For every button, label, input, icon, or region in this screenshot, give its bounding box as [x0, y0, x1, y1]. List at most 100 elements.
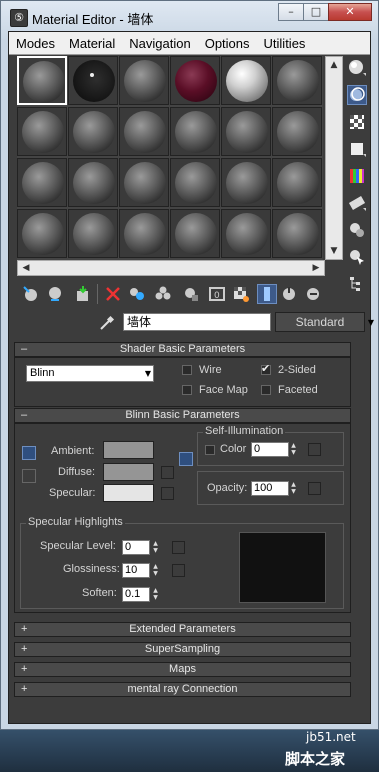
material-slot[interactable] — [17, 56, 67, 105]
material-slot[interactable] — [17, 158, 67, 207]
rollout-maps-header[interactable]: + Maps — [14, 662, 351, 677]
lock-icon[interactable] — [179, 452, 193, 466]
material-slot[interactable] — [68, 158, 118, 207]
go-forward-to-sibling-icon[interactable] — [303, 284, 323, 304]
ambient-color-swatch[interactable] — [103, 441, 154, 459]
title-bar[interactable]: ⑤ Material Editor - 墙体 – □ ✕ — [1, 1, 378, 31]
assign-to-selection-icon[interactable] — [73, 284, 93, 304]
opacity-spinner[interactable]: 100 — [251, 481, 289, 496]
material-slot[interactable] — [272, 209, 322, 258]
spinner-arrows-icon[interactable]: ▲ ▼ — [151, 587, 160, 602]
material-type-button[interactable]: Standard — [275, 312, 365, 332]
go-to-parent-icon[interactable] — [279, 284, 299, 304]
rollout-blinn-basic-header[interactable]: – Blinn Basic Parameters — [14, 408, 351, 423]
rollout-extended-parameters-header[interactable]: + Extended Parameters — [14, 622, 351, 637]
material-slot[interactable] — [272, 158, 322, 207]
face-map-checkbox[interactable] — [182, 385, 192, 395]
rollout-mental-ray-header[interactable]: + mental ray Connection — [14, 682, 351, 697]
material-slot[interactable] — [68, 107, 118, 156]
menu-modes[interactable]: Modes — [9, 36, 62, 51]
material-slot[interactable] — [119, 107, 169, 156]
chevron-down-icon[interactable]: ▼ — [365, 316, 377, 330]
material-slot[interactable] — [221, 158, 271, 207]
material-name-field[interactable]: 墙体 ▼ — [123, 313, 374, 331]
spinner-arrows-icon[interactable]: ▲ ▼ — [151, 540, 160, 555]
menu-material[interactable]: Material — [62, 36, 122, 51]
opacity-map-button[interactable] — [308, 482, 321, 495]
scroll-right-arrow-icon[interactable]: ▶ — [308, 261, 324, 275]
spinner-arrows-icon[interactable]: ▲ ▼ — [289, 481, 298, 496]
menu-options[interactable]: Options — [198, 36, 257, 51]
make-preview-icon[interactable] — [347, 193, 367, 213]
material-slot[interactable] — [119, 209, 169, 258]
show-map-in-viewport-icon[interactable] — [231, 284, 251, 304]
get-material-icon[interactable] — [21, 284, 41, 304]
material-slot[interactable] — [221, 107, 271, 156]
pick-material-eyedropper-icon[interactable] — [99, 315, 115, 331]
glossiness-spinner[interactable]: 10 — [122, 563, 150, 578]
select-by-material-icon[interactable] — [347, 247, 367, 267]
specular-level-spinner[interactable]: 0 — [122, 540, 150, 555]
scroll-up-arrow-icon[interactable]: ▲ — [326, 57, 342, 73]
material-slot[interactable] — [170, 107, 220, 156]
spinner-arrows-icon[interactable]: ▲ ▼ — [289, 442, 298, 457]
material-id-channel-icon[interactable]: 0 — [207, 284, 227, 304]
material-slot[interactable] — [68, 56, 118, 105]
rollout-shader-basic-header[interactable]: – Shader Basic Parameters — [14, 342, 351, 357]
menu-navigation[interactable]: Navigation — [122, 36, 197, 51]
soften-spinner[interactable]: 0.1 — [122, 587, 150, 602]
material-slot[interactable] — [170, 158, 220, 207]
specular-map-button[interactable] — [161, 487, 174, 500]
menu-utilities[interactable]: Utilities — [257, 36, 313, 51]
material-slot[interactable] — [119, 158, 169, 207]
glossiness-map-button[interactable] — [172, 564, 185, 577]
self-illum-color-checkbox[interactable] — [205, 445, 215, 455]
sample-uv-tiling-icon[interactable] — [347, 139, 367, 159]
slots-horizontal-scrollbar[interactable]: ◀ ▶ — [17, 260, 325, 276]
sample-type-sphere-icon[interactable] — [347, 58, 367, 78]
material-slot[interactable] — [221, 209, 271, 258]
diffuse-specular-lock-icon[interactable] — [22, 469, 36, 483]
video-color-check-icon[interactable] — [347, 166, 367, 186]
app-icon[interactable]: ⑤ — [10, 9, 28, 27]
material-slot[interactable] — [272, 107, 322, 156]
background-checker-icon[interactable] — [347, 112, 367, 132]
diffuse-map-button[interactable] — [161, 466, 174, 479]
self-illum-color-label: Color — [220, 443, 247, 455]
material-slot[interactable] — [170, 209, 220, 258]
two-sided-checkbox[interactable]: ✔ — [261, 362, 271, 375]
make-unique-icon[interactable] — [153, 284, 173, 304]
show-end-result-icon[interactable] — [257, 284, 277, 304]
close-button[interactable]: ✕ — [328, 3, 372, 21]
material-slot[interactable] — [170, 56, 220, 105]
material-slot[interactable] — [272, 56, 322, 105]
rollout-title: Extended Parameters — [129, 623, 236, 635]
rollout-supersampling-header[interactable]: + SuperSampling — [14, 642, 351, 657]
material-slot[interactable] — [17, 209, 67, 258]
minimize-button[interactable]: – — [278, 3, 304, 21]
make-copy-icon[interactable] — [127, 284, 147, 304]
self-illum-map-button[interactable] — [308, 443, 321, 456]
put-to-scene-icon[interactable] — [45, 284, 65, 304]
options-icon[interactable] — [347, 220, 367, 240]
material-slot[interactable] — [68, 209, 118, 258]
wire-checkbox[interactable] — [182, 365, 192, 375]
slots-vertical-scrollbar[interactable]: ▲ ▼ — [325, 56, 343, 260]
scroll-left-arrow-icon[interactable]: ◀ — [18, 261, 34, 275]
backlight-icon[interactable] — [347, 85, 367, 105]
shader-type-dropdown[interactable]: Blinn ▼ — [26, 365, 154, 382]
specular-color-swatch[interactable] — [103, 484, 154, 502]
diffuse-color-swatch[interactable] — [103, 463, 154, 481]
specular-level-map-button[interactable] — [172, 541, 185, 554]
put-to-library-icon[interactable] — [181, 284, 201, 304]
material-slot[interactable] — [119, 56, 169, 105]
material-slot[interactable] — [221, 56, 271, 105]
reset-map-icon[interactable] — [103, 284, 123, 304]
material-slot[interactable] — [17, 107, 67, 156]
faceted-checkbox[interactable] — [261, 385, 271, 395]
ambient-diffuse-lock-icon[interactable] — [22, 446, 36, 460]
scroll-down-arrow-icon[interactable]: ▼ — [326, 243, 342, 259]
maximize-button[interactable]: □ — [303, 3, 329, 21]
self-illum-spinner[interactable]: 0 — [251, 442, 289, 457]
spinner-arrows-icon[interactable]: ▲ ▼ — [151, 563, 160, 578]
